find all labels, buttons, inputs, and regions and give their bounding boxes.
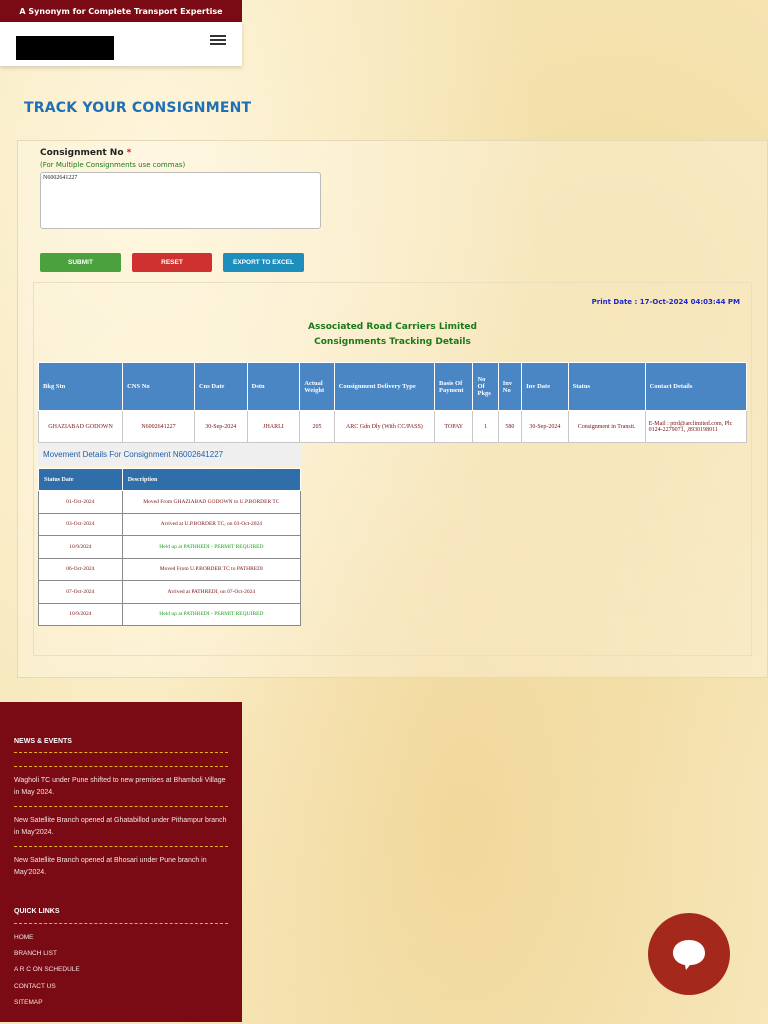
column-header: Inv Date	[521, 362, 569, 411]
column-header: Status Date	[38, 468, 123, 491]
footer-link-home[interactable]: HOME	[14, 934, 34, 941]
consignment-no-input[interactable]: N6002641227	[40, 172, 321, 229]
column-header: Basis Of Payment	[433, 362, 474, 411]
table-cell: 30-Sep-2024	[193, 410, 248, 443]
table-row: 06-Oct-2024 Moved From U.P.BORDER TC to …	[38, 557, 302, 581]
table-row: 01-Oct-2024 Moved From GHAZIABAD GODOWN …	[38, 490, 302, 514]
table-row: 10/9/2024 Held up at PATHREDI - PERMIT R…	[38, 535, 302, 559]
description-cell: Moved From GHAZIABAD GODOWN to U.P.BORDE…	[121, 490, 302, 514]
description-cell: Held up at PATHREDI - PERMIT REQUIRED	[121, 602, 302, 626]
table-cell: 30-Sep-2024	[521, 410, 569, 443]
footer-link-sitemap[interactable]: SITEMAP	[14, 999, 43, 1006]
column-header: No Of Pkgs	[472, 362, 499, 411]
org-name: Associated Road Carriers Limited	[308, 322, 477, 332]
top-tagline-bar: A Synonym for Complete Transport Experti…	[0, 0, 242, 22]
print-date: Print Date : 17-Oct-2024 04:03:44 PM	[591, 298, 740, 306]
column-header: Status	[567, 362, 646, 411]
consignment-table: Bkg Stn CNS No Cns Date Dstn Actual Weig…	[37, 362, 748, 443]
divider	[14, 806, 228, 807]
hamburger-menu-icon[interactable]	[210, 35, 226, 47]
table-cell: TOPAY	[433, 410, 474, 443]
movement-header-row: Status Date Description	[38, 468, 302, 491]
status-date-cell: 06-Oct-2024	[38, 557, 123, 581]
table-row: GHAZIABAD GODOWN N6002641227 30-Sep-2024…	[37, 410, 748, 443]
column-header: Bkg Stn	[37, 362, 124, 411]
tagline: A Synonym for Complete Transport Experti…	[19, 6, 223, 16]
table-row: 07-Oct-2024 Arrived at PATHREDI, on 07-O…	[38, 580, 302, 604]
description-cell: Held up at PATHREDI - PERMIT REQUIRED	[121, 535, 302, 559]
chat-button[interactable]	[648, 913, 730, 995]
export-to-excel-button[interactable]: EXPORT TO EXCEL	[223, 253, 304, 272]
news-events-heading: NEWS & EVENTS	[14, 738, 72, 745]
column-header: Consignment Delivery Type	[333, 362, 435, 411]
quick-links-heading: QUICK LINKS	[14, 908, 60, 915]
movement-details-title: Movement Details For Consignment N600264…	[38, 444, 301, 466]
status-date-cell: 10/9/2024	[38, 602, 123, 626]
divider	[14, 766, 228, 767]
column-header: CNS No	[122, 362, 195, 411]
tracking-details-title: Consignments Tracking Details	[314, 337, 471, 347]
status-date-cell: 10/9/2024	[38, 535, 123, 559]
table-cell: ARC Gdn Dly (With CC/PASS)	[333, 410, 435, 443]
column-header: Inv No	[497, 362, 523, 411]
header	[0, 22, 242, 66]
table-cell: JHARLI	[246, 410, 301, 443]
submit-button[interactable]: SUBMIT	[40, 253, 121, 272]
news-item[interactable]: New Satellite Branch opened at Bhosari u…	[14, 855, 228, 877]
footer-link-contact-us[interactable]: CONTACT US	[14, 983, 56, 990]
column-header: Actual Weight	[299, 362, 335, 411]
news-item[interactable]: Wagholi TC under Pune shifted to new pre…	[14, 775, 228, 799]
divider	[14, 846, 228, 847]
news-item[interactable]: New Satellite Branch opened at Ghatabill…	[14, 815, 228, 839]
page-title: TRACK YOUR CONSIGNMENT	[24, 100, 252, 116]
divider	[14, 923, 228, 924]
column-header: Dstn	[246, 362, 301, 411]
description-cell: Moved From U.P.BORDER TC to PATHREDI	[121, 557, 302, 581]
table-cell: N6002641227	[122, 410, 195, 443]
column-header: Cns Date	[193, 362, 248, 411]
chat-bubble-icon	[673, 940, 705, 970]
consignment-hint: (For Multiple Consignments use commas)	[40, 161, 186, 169]
required-mark: *	[126, 148, 132, 158]
description-cell: Arrived at U.P.BORDER TC, on 03-Oct-2024	[121, 512, 302, 536]
consignment-no-label: Consignment No *	[40, 148, 132, 158]
status-date-cell: 07-Oct-2024	[38, 580, 123, 604]
footer-link-arc-on-schedule[interactable]: A R C ON SCHEDULE	[14, 966, 80, 973]
table-cell: 1	[472, 410, 499, 443]
reset-button[interactable]: RESET	[132, 253, 212, 272]
table-cell: GHAZIABAD GODOWN	[37, 410, 124, 443]
logo[interactable]	[16, 36, 114, 60]
divider	[14, 752, 228, 753]
table-cell: Consignment in Transit.	[567, 410, 646, 443]
footer: NEWS & EVENTS Wagholi TC under Pune shif…	[0, 702, 242, 1022]
table-row: 10/9/2024 Held up at PATHREDI - PERMIT R…	[38, 602, 302, 626]
table-header-row: Bkg Stn CNS No Cns Date Dstn Actual Weig…	[37, 362, 748, 411]
status-date-cell: 01-Oct-2024	[38, 490, 123, 514]
column-header: Description	[121, 468, 302, 491]
contact-details-cell: E-Mail : ptrd@arclimited.com, Ph: 0124-2…	[644, 410, 748, 443]
description-cell: Arrived at PATHREDI, on 07-Oct-2024	[121, 580, 302, 604]
column-header: Contact Details	[644, 362, 748, 411]
table-cell: 205	[299, 410, 335, 443]
table-row: 03-Oct-2024 Arrived at U.P.BORDER TC, on…	[38, 512, 302, 536]
movement-table: Status Date Description 01-Oct-2024 Move…	[38, 468, 302, 626]
footer-link-branch-list[interactable]: BRANCH LIST	[14, 950, 57, 957]
table-cell: 580	[497, 410, 523, 443]
status-date-cell: 03-Oct-2024	[38, 512, 123, 536]
